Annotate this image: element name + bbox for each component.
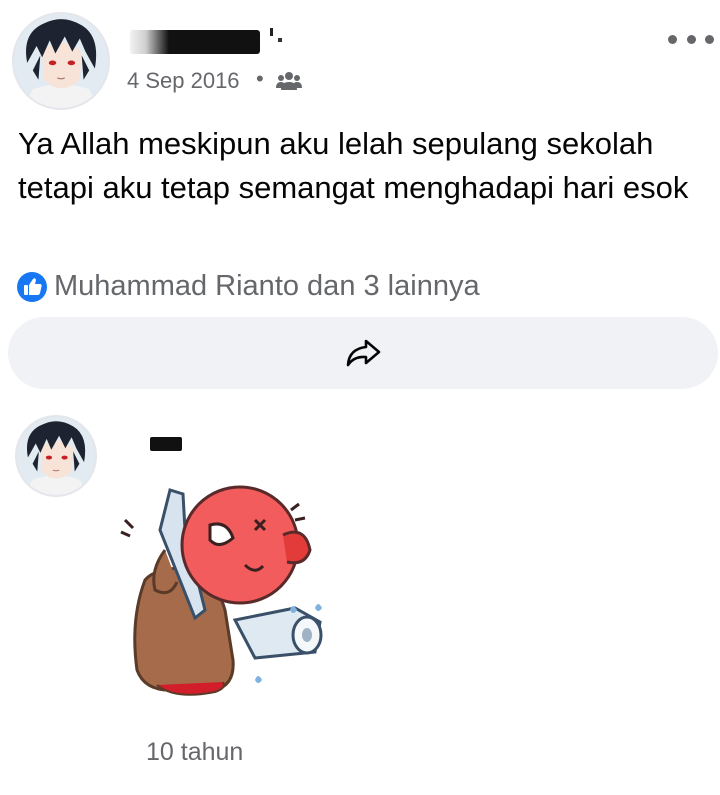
more-options-button[interactable] <box>668 26 714 52</box>
post-author-avatar[interactable] <box>12 12 110 110</box>
post-date[interactable]: 4 Sep 2016 <box>127 68 240 94</box>
crying-sticker[interactable] <box>115 470 350 705</box>
redaction-mark <box>278 38 282 42</box>
more-options-icon <box>668 34 677 44</box>
post-text: Ya Allah meskipun aku lelah sepulang sek… <box>18 126 689 205</box>
share-icon <box>346 339 381 367</box>
redacted-commenter-name <box>150 437 182 451</box>
share-button[interactable] <box>8 317 718 389</box>
like-icon <box>17 271 47 302</box>
redacted-author-name <box>130 30 260 54</box>
redaction-mark <box>270 28 273 36</box>
friends-icon[interactable] <box>276 70 302 92</box>
reactions-summary[interactable]: Muhammad Rianto dan 3 lainnya <box>16 270 480 303</box>
commenter-avatar[interactable] <box>15 415 97 497</box>
comment-timestamp[interactable]: 10 tahun <box>146 738 243 767</box>
anime-avatar-image <box>17 417 95 495</box>
anime-avatar-image <box>14 14 108 108</box>
date-separator: • <box>256 66 264 91</box>
reactions-label: Muhammad Rianto dan 3 lainnya <box>54 270 480 302</box>
